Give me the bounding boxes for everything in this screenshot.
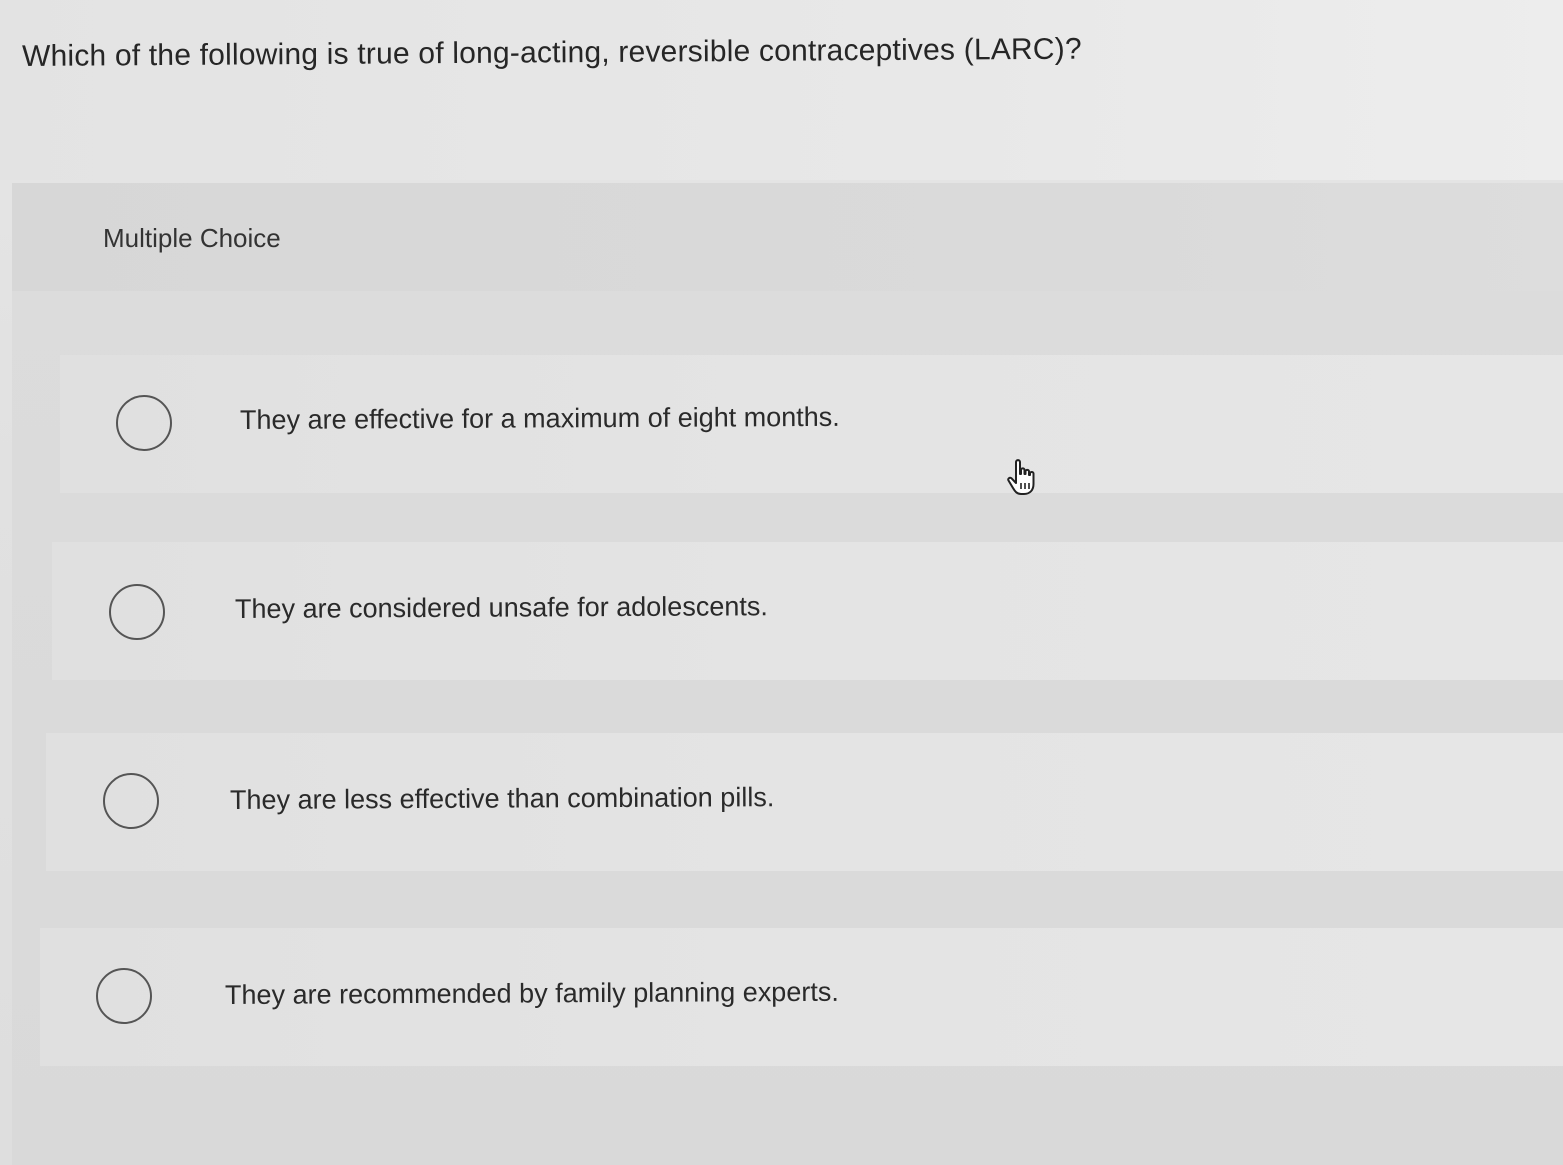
question-area: Which of the following is true of long-a…	[0, 0, 1563, 180]
answer-option-4-text: They are recommended by family planning …	[224, 976, 839, 1010]
answer-option-3[interactable]: They are less effective than combination…	[46, 733, 1563, 871]
question-text: Which of the following is true of long-a…	[21, 32, 1082, 73]
multiple-choice-header: Multiple Choice	[12, 183, 1563, 291]
answer-option-3-text: They are less effective than combination…	[229, 782, 775, 815]
answer-option-1-text: They are effective for a maximum of eigh…	[239, 401, 840, 435]
radio-button-2[interactable]	[109, 584, 165, 640]
answer-option-1[interactable]: They are effective for a maximum of eigh…	[60, 355, 1563, 493]
radio-button-1[interactable]	[116, 395, 172, 451]
hand-pointer-icon	[1007, 459, 1035, 495]
answer-option-4[interactable]: They are recommended by family planning …	[40, 928, 1563, 1066]
answer-option-2[interactable]: They are considered unsafe for adolescen…	[52, 542, 1563, 680]
multiple-choice-label: Multiple Choice	[103, 223, 281, 253]
radio-button-3[interactable]	[103, 773, 159, 829]
answer-option-2-text: They are considered unsafe for adolescen…	[234, 591, 768, 624]
radio-button-4[interactable]	[96, 968, 152, 1024]
